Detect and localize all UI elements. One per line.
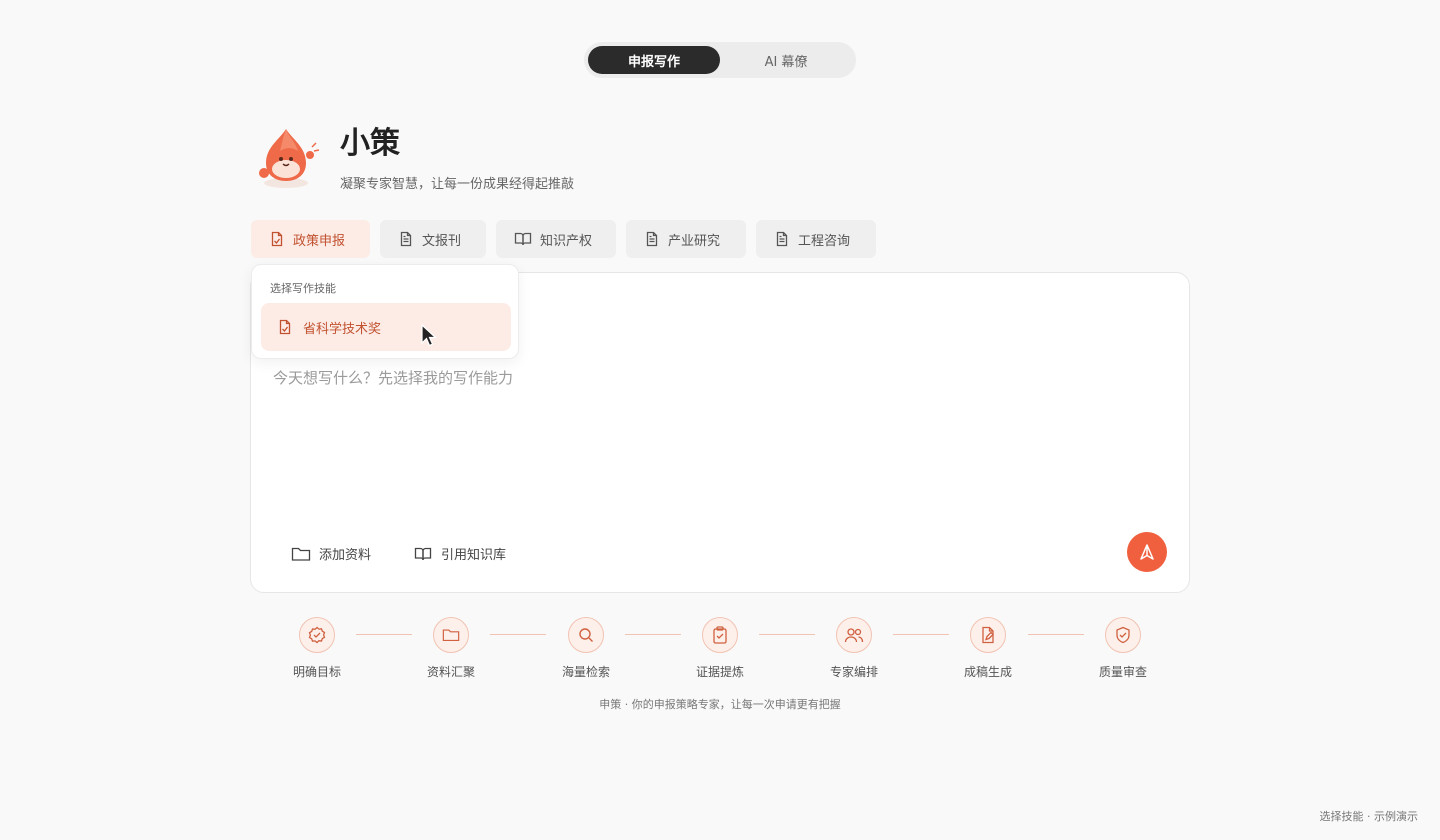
tab-label: 政策申报	[293, 233, 346, 249]
step-label: 专家编排	[829, 665, 878, 679]
document-check-icon	[271, 231, 283, 247]
mode-tab-apply-writing[interactable]: 申报写作	[588, 46, 720, 74]
step-connector	[759, 634, 815, 635]
document-icon	[776, 231, 788, 247]
dropdown-header: 选择写作技能	[270, 282, 336, 295]
step-connector	[625, 634, 681, 635]
skill-dropdown: 选择写作技能 省科学技术奖	[251, 264, 519, 359]
step-quality-review: 质量审查	[1090, 617, 1156, 680]
badge-check-icon	[299, 617, 335, 653]
folder-icon	[291, 547, 311, 561]
mouse-cursor-icon	[421, 324, 438, 347]
skill-option-provincial-sci-tech-award[interactable]: 省科学技术奖	[261, 303, 511, 351]
step-gather-material: 资料汇聚	[418, 617, 484, 680]
header: 小策 凝聚专家智慧，让每一份成果经得起推敲	[252, 125, 574, 192]
step-draft-generation: 成稿生成	[955, 617, 1021, 680]
add-material-button[interactable]: 添加资料	[291, 544, 371, 563]
cite-knowledge-base-label: 引用知识库	[441, 548, 507, 563]
tab-industry-research[interactable]: 产业研究	[626, 220, 746, 258]
step-expert-arrangement: 专家编排	[821, 617, 887, 680]
tab-label: 工程咨询	[798, 233, 851, 249]
send-icon	[1140, 544, 1154, 560]
tab-label: 文报刊	[422, 233, 462, 249]
cite-knowledge-base-button[interactable]: 引用知识库	[413, 544, 506, 563]
mode-tab-ai-advisor[interactable]: AI 幕僚	[720, 46, 852, 74]
users-icon	[836, 617, 872, 653]
document-check-icon	[279, 319, 291, 335]
add-material-label: 添加资料	[319, 548, 372, 563]
file-edit-icon	[970, 617, 1006, 653]
tab-journal[interactable]: 文报刊	[380, 220, 486, 258]
step-define-goal: 明确目标	[284, 617, 350, 680]
step-label: 证据提炼	[695, 665, 744, 679]
step-label: 明确目标	[292, 665, 341, 679]
tagline: 申策 · 你的申报策略专家，让每一次申请更有把握	[599, 698, 841, 711]
clipboard-check-icon	[702, 617, 738, 653]
step-extract-evidence: 证据提炼	[687, 617, 753, 680]
prompt-input[interactable]: 今天想写什么？先选择我的写作能力	[273, 367, 513, 388]
tab-label: 知识产权	[540, 233, 593, 249]
tab-intellectual-property[interactable]: 知识产权	[496, 220, 616, 258]
step-label: 海量检索	[561, 665, 610, 679]
composer-actions: 添加资料 引用知识库	[291, 544, 506, 563]
app-title: 小策	[340, 126, 400, 161]
app-subtitle: 凝聚专家智慧，让每一份成果经得起推敲	[340, 177, 575, 192]
document-icon	[400, 231, 412, 247]
document-icon	[646, 231, 658, 247]
shield-check-icon	[1105, 617, 1141, 653]
tab-policy-application[interactable]: 政策申报	[251, 220, 370, 258]
send-button[interactable]	[1127, 532, 1167, 572]
step-label: 质量审查	[1098, 665, 1147, 679]
step-connector	[1028, 634, 1084, 635]
step-mass-search: 海量检索	[553, 617, 619, 680]
mode-toggle: 申报写作 AI 幕僚	[584, 42, 856, 78]
mascot-logo	[259, 129, 320, 188]
skill-option-label: 省科学技术奖	[303, 321, 382, 337]
footer-note: 选择技能 · 示例演示	[1319, 810, 1419, 823]
tab-label: 产业研究	[668, 233, 721, 249]
folder-icon	[433, 617, 469, 653]
category-tabs: 政策申报 文报刊 知识产权 产业研究 工程咨询	[251, 220, 876, 258]
book-open-icon	[514, 232, 532, 246]
step-connector	[356, 634, 412, 635]
step-connector	[490, 634, 546, 635]
search-icon	[568, 617, 604, 653]
step-label: 成稿生成	[963, 665, 1012, 679]
step-connector	[893, 634, 949, 635]
book-open-icon	[414, 547, 432, 560]
step-label: 资料汇聚	[426, 665, 475, 679]
workflow-steps: 明确目标 资料汇聚 海量检索 证据提炼 专家编排 成稿生成 质量审查	[284, 617, 1156, 681]
tab-engineering-consulting[interactable]: 工程咨询	[756, 220, 876, 258]
